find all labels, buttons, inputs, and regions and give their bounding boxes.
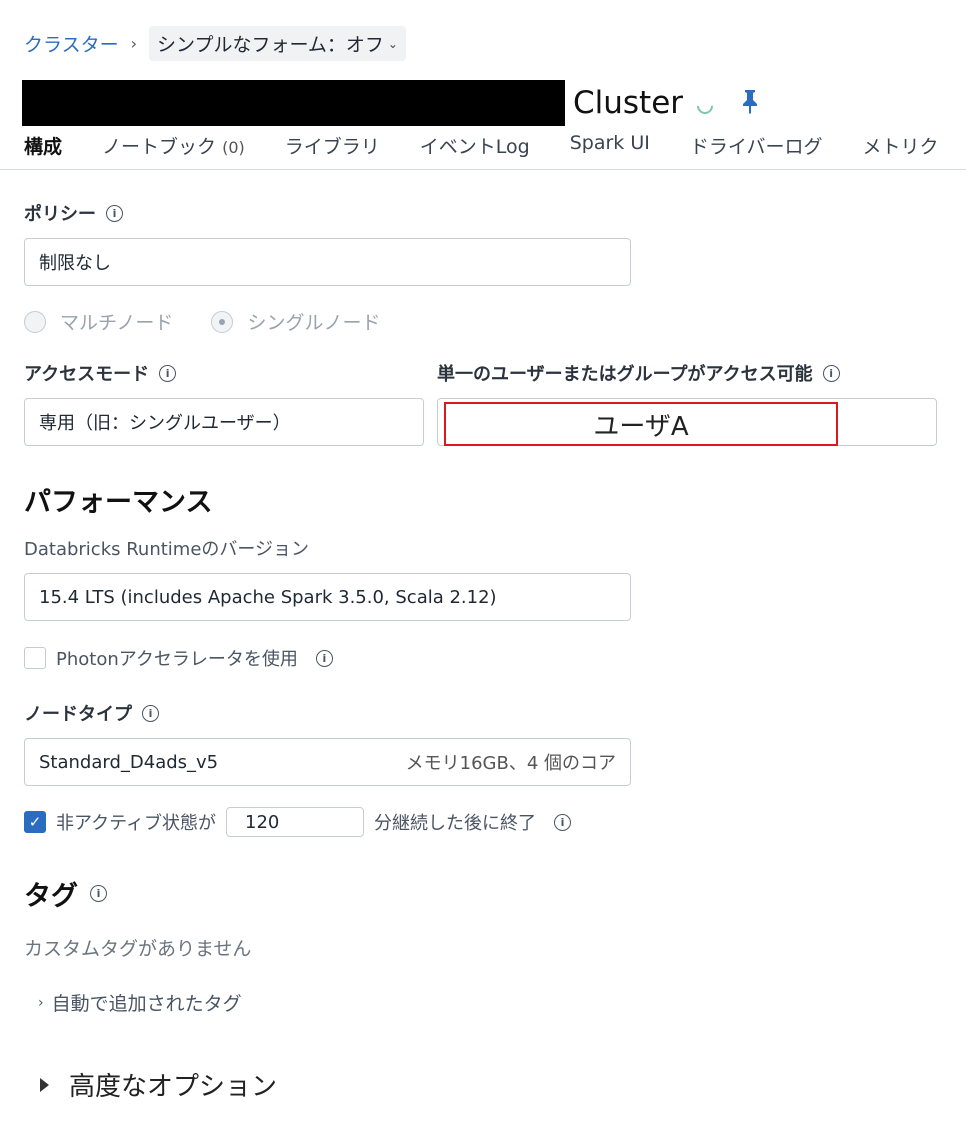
form-mode-dropdown[interactable]: シンプルなフォーム：オフ ⌄ <box>149 26 406 61</box>
runtime-label-text: Databricks Runtimeのバージョン <box>24 539 310 560</box>
breadcrumb-clusters-link[interactable]: クラスター <box>24 30 119 57</box>
single-user-highlight: ユーザA <box>444 402 838 446</box>
tags-section-title: タグ i <box>24 874 107 913</box>
advanced-options-toggle[interactable]: 高度なオプション <box>40 1066 277 1103</box>
inactive-prefix: 非アクティブ状態が <box>56 813 217 834</box>
pin-icon[interactable] <box>739 88 761 118</box>
tab-bar: 構成 ノートブック (0) ライブラリ イベントLog Spark UI ドライ… <box>0 128 966 170</box>
node-type-label-text: ノードタイプ <box>24 704 132 725</box>
radio-multi-node-circle[interactable] <box>24 310 46 333</box>
single-user-label: 単一のユーザーまたはグループがアクセス可能 i <box>437 360 840 386</box>
tab-metrics[interactable]: メトリク <box>862 128 938 169</box>
caret-right-icon <box>40 1077 49 1092</box>
policy-label-text: ポリシー <box>24 204 96 225</box>
inactive-suffix: 分継続した後に終了 <box>374 813 537 834</box>
auto-tags-expander[interactable]: › 自動で追加されたタグ <box>38 989 242 1016</box>
single-user-label-text: 単一のユーザーまたはグループがアクセス可能 <box>437 364 813 385</box>
page-title: Cluster <box>22 80 761 126</box>
radio-multi-node-label: マルチノード <box>60 312 174 334</box>
info-icon[interactable]: i <box>554 813 572 831</box>
node-type-select[interactable]: Standard_D4ads_v5 メモリ16GB、4 個のコア <box>24 738 631 786</box>
breadcrumb: クラスター › シンプルなフォーム：オフ ⌄ <box>24 26 406 61</box>
photon-label: Photonアクセラレータを使用 <box>56 649 298 670</box>
info-icon[interactable]: i <box>106 204 123 222</box>
policy-value: 制限なし <box>39 253 111 274</box>
radio-single-node-label: シングルノード <box>247 312 381 334</box>
tab-driver-logs[interactable]: ドライバーログ <box>690 128 823 169</box>
info-icon[interactable]: i <box>90 885 107 902</box>
node-type-label: ノードタイプ i <box>24 700 159 726</box>
tab-label: ノートブック <box>102 136 217 158</box>
form-mode-label: シンプルなフォーム：オフ <box>157 34 384 56</box>
node-type-spec: メモリ16GB、4 個のコア <box>405 753 616 774</box>
runtime-select[interactable]: 15.4 LTS (includes Apache Spark 3.5.0, S… <box>24 573 631 621</box>
redacted-cluster-name <box>22 80 565 126</box>
info-icon[interactable]: i <box>142 704 159 722</box>
access-mode-label: アクセスモード i <box>24 360 177 386</box>
chevron-right-icon: › <box>130 34 138 53</box>
access-mode-label-text: アクセスモード <box>24 364 150 385</box>
inactive-minutes-input[interactable]: 120 <box>226 807 365 837</box>
tab-label: ドライバーログ <box>689 136 823 158</box>
cluster-title: Cluster <box>573 85 684 121</box>
tab-label: イベントLog <box>419 136 530 158</box>
radio-single-node[interactable]: シングルノード <box>211 308 380 335</box>
no-custom-tags-text: カスタムタグがありません <box>24 938 252 960</box>
info-icon[interactable]: i <box>315 649 333 667</box>
single-user-value: ユーザA <box>593 411 689 442</box>
tab-event-log[interactable]: イベントLog <box>420 128 530 169</box>
radio-multi-node[interactable]: マルチノード <box>24 308 173 335</box>
node-mode-radio-group: マルチノード シングルノード <box>24 308 418 335</box>
tags-title-text: タグ <box>24 881 78 912</box>
tab-label: ライブラリ <box>284 136 380 158</box>
performance-section-title: パフォーマンス <box>24 480 212 519</box>
runtime-label: Databricks Runtimeのバージョン <box>24 535 309 561</box>
chevron-down-icon: ⌄ <box>387 36 398 51</box>
chevron-right-icon: › <box>38 994 44 1011</box>
photon-checkbox[interactable] <box>24 647 46 669</box>
performance-title-text: パフォーマンス <box>24 487 213 518</box>
photon-checkbox-row: Photonアクセラレータを使用 i <box>24 645 333 671</box>
loading-spinner-icon <box>693 94 717 118</box>
policy-label: ポリシー i <box>24 200 123 226</box>
tab-count: (0) <box>222 138 245 157</box>
tab-libraries[interactable]: ライブラリ <box>285 128 380 169</box>
inactive-termination-checkbox[interactable]: ✓ <box>24 811 46 833</box>
access-mode-select[interactable]: 専用（旧：シングルユーザー） <box>24 398 424 446</box>
policy-select[interactable]: 制限なし <box>24 238 631 286</box>
tab-label: Spark UI <box>569 132 650 154</box>
tab-label: メトリク <box>862 136 939 158</box>
info-icon[interactable]: i <box>159 364 177 382</box>
advanced-options-label: 高度なオプション <box>69 1072 278 1102</box>
access-mode-value: 専用（旧：シングルユーザー） <box>39 413 291 434</box>
tab-notebooks[interactable]: ノートブック (0) <box>102 128 245 169</box>
inactive-termination-row: ✓ 非アクティブ状態が 120 分継続した後に終了 i <box>24 807 572 837</box>
tab-spark-ui[interactable]: Spark UI <box>570 128 650 169</box>
info-icon[interactable]: i <box>822 364 840 382</box>
radio-single-node-circle[interactable] <box>211 310 234 333</box>
tab-configuration[interactable]: 構成 <box>24 128 62 169</box>
node-type-value: Standard_D4ads_v5 <box>39 751 219 773</box>
tab-label: 構成 <box>24 136 63 158</box>
auto-tags-label: 自動で追加されたタグ <box>51 993 242 1015</box>
runtime-value: 15.4 LTS (includes Apache Spark 3.5.0, S… <box>39 586 497 608</box>
